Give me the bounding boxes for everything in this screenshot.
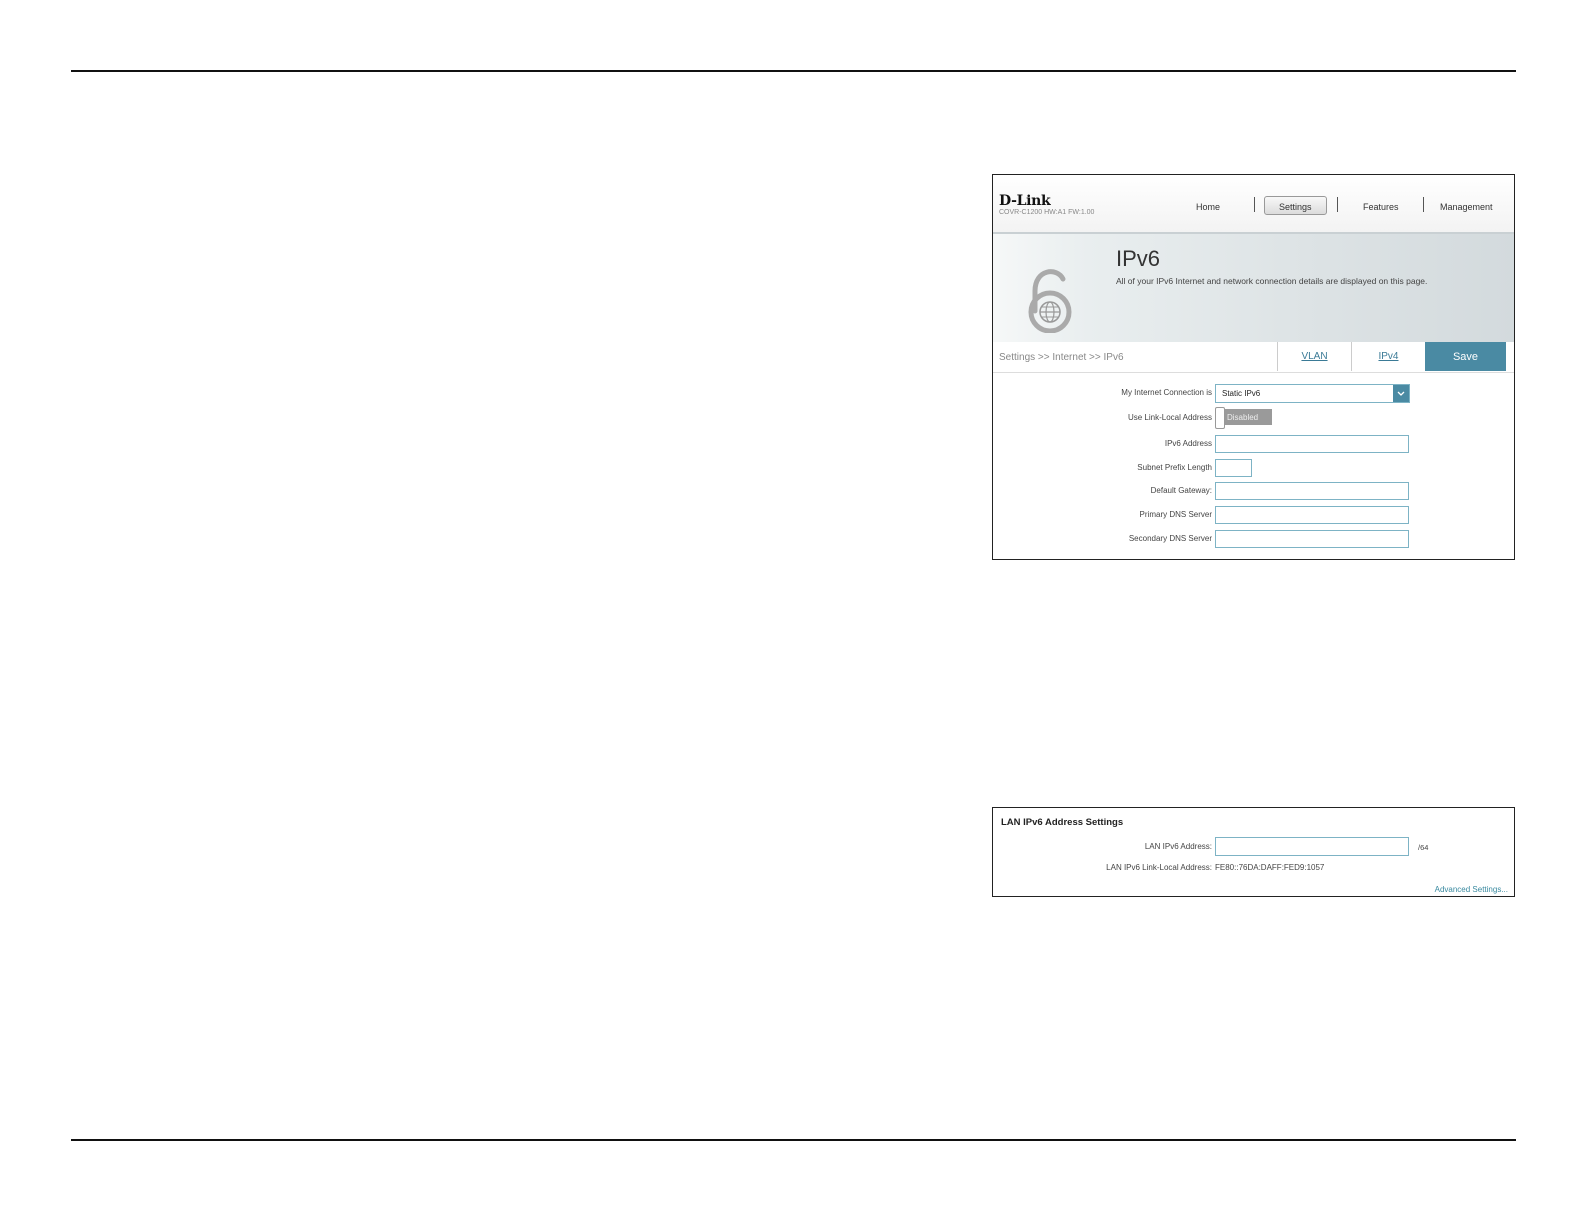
bottom-rule	[71, 1139, 1516, 1141]
nav-settings[interactable]: Settings	[1279, 202, 1312, 212]
ipv6-address-label: IPv6 Address	[1164, 439, 1212, 448]
prefix-suffix: /64	[1418, 843, 1429, 852]
subnet-prefix-input[interactable]	[1215, 459, 1252, 477]
toggle-knob[interactable]	[1215, 407, 1225, 429]
lan-address-input[interactable]	[1215, 837, 1409, 856]
subnet-prefix-label: Subnet Prefix Length	[1137, 463, 1212, 472]
ipv6-address-input[interactable]	[1215, 435, 1409, 453]
save-button[interactable]: Save	[1425, 342, 1506, 371]
connection-type-value: Static IPv6	[1222, 389, 1261, 398]
tab-ipv4[interactable]: IPv4	[1351, 342, 1425, 371]
header-bar: D-Link COVR-C1200 HW:A1 FW:1.00 Home Set…	[993, 175, 1514, 232]
ipv6-globe-icon	[1028, 269, 1072, 333]
nav-divider	[1423, 197, 1424, 212]
page-description: All of your IPv6 Internet and network co…	[1116, 276, 1428, 286]
lan-ipv6-panel: LAN IPv6 Address Settings LAN IPv6 Addre…	[992, 807, 1515, 897]
default-gateway-label: Default Gateway:	[1150, 486, 1212, 495]
nav-divider	[1337, 197, 1338, 212]
lan-link-local-label: LAN IPv6 Link-Local Address:	[1106, 863, 1212, 872]
primary-dns-label: Primary DNS Server	[1139, 510, 1212, 519]
page-title: IPv6	[1116, 246, 1161, 271]
nav-features[interactable]: Features	[1363, 202, 1399, 212]
lan-link-local-value: FE80::76DA:DAFF:FED9:1057	[1215, 863, 1325, 872]
dlink-logo: D-Link	[999, 193, 1051, 209]
chevron-down-icon[interactable]	[1393, 385, 1409, 402]
page-hero: IPv6 All of your IPv6 Internet and netwo…	[993, 232, 1514, 344]
connection-type-select[interactable]: Static IPv6	[1215, 384, 1410, 403]
secondary-dns-input[interactable]	[1215, 530, 1409, 548]
nav-management[interactable]: Management	[1440, 202, 1493, 212]
lan-address-label: LAN IPv6 Address:	[1144, 842, 1212, 851]
link-local-toggle[interactable]: Disabled	[1215, 407, 1272, 429]
secondary-dns-label: Secondary DNS Server	[1128, 534, 1212, 543]
nav-divider	[1254, 197, 1255, 212]
connection-type-label: My Internet Connection is	[1121, 388, 1212, 397]
ipv6-settings-screenshot: D-Link COVR-C1200 HW:A1 FW:1.00 Home Set…	[992, 174, 1515, 560]
tab-vlan[interactable]: VLAN	[1277, 342, 1351, 371]
toggle-state: Disabled	[1224, 409, 1272, 425]
link-local-label: Use Link-Local Address	[1127, 413, 1212, 422]
primary-dns-input[interactable]	[1215, 506, 1409, 524]
breadcrumb: Settings >> Internet >> IPv6	[999, 352, 1124, 363]
breadcrumb-bar: Settings >> Internet >> IPv6 VLAN IPv4 S…	[993, 342, 1514, 373]
nav-home[interactable]: Home	[1196, 202, 1220, 212]
firmware-info: COVR-C1200 HW:A1 FW:1.00	[999, 209, 1095, 216]
lan-section-title: LAN IPv6 Address Settings	[1001, 817, 1124, 828]
default-gateway-input[interactable]	[1215, 482, 1409, 500]
top-rule	[71, 70, 1516, 72]
advanced-settings-link[interactable]: Advanced Settings...	[1435, 885, 1508, 894]
